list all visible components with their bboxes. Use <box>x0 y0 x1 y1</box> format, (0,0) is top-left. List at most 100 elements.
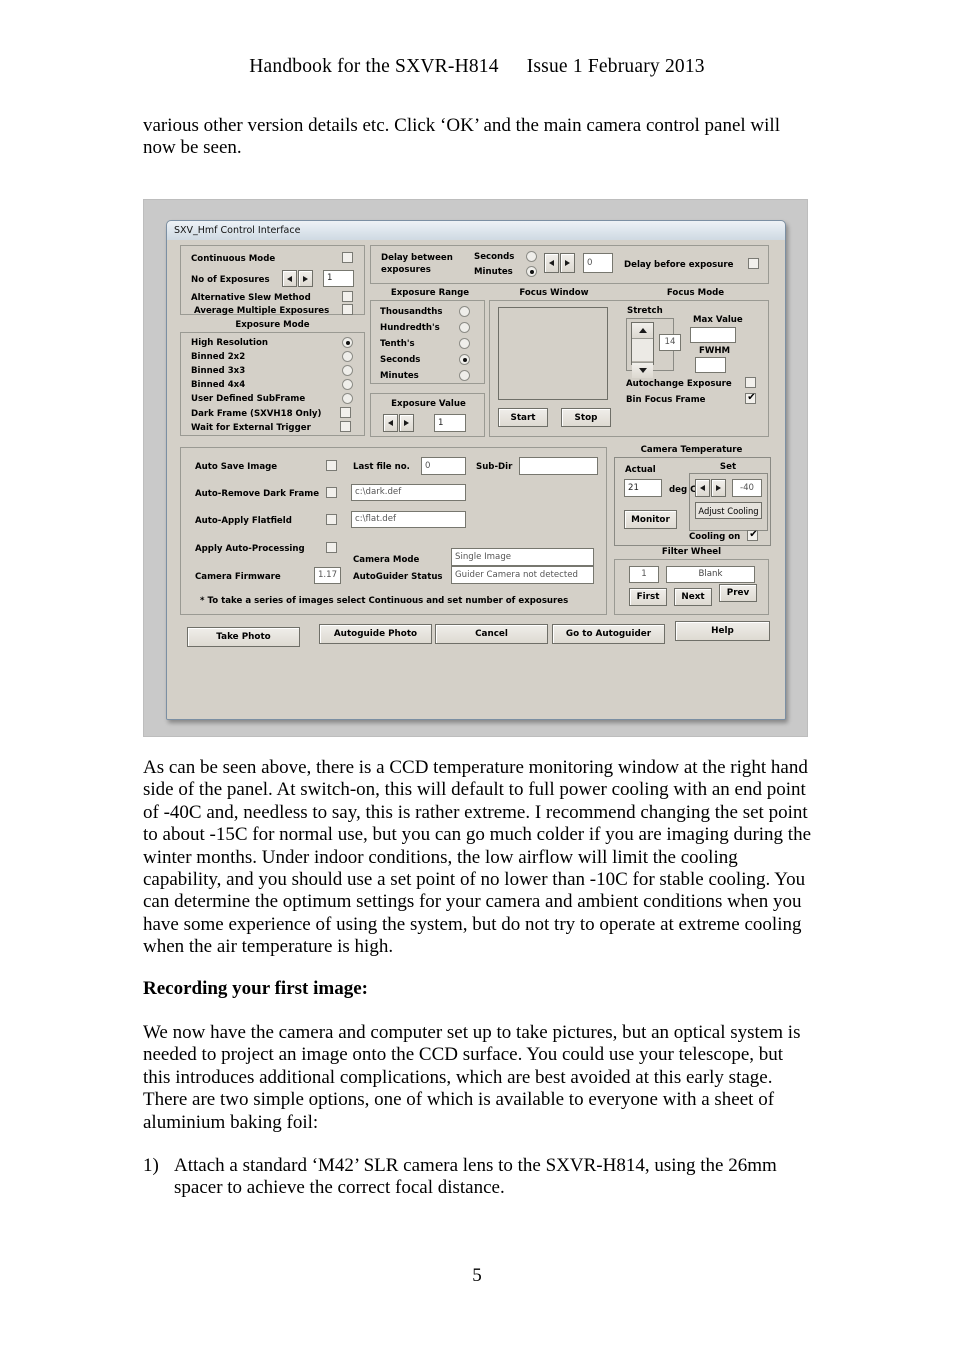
triangle-right-icon <box>303 275 308 282</box>
exposure-mode-radio-4[interactable] <box>342 393 353 404</box>
scroll-up-arrow[interactable] <box>632 323 653 339</box>
exposure-range-radio-0[interactable] <box>459 306 470 317</box>
exposure-value-group-label: Exposure Value <box>391 399 466 409</box>
bin-focus-frame-checkbox[interactable] <box>745 391 757 404</box>
focus-panel-group: Start Stop Stretch 14 Max Value FWHM Aut… <box>489 300 769 437</box>
exposure-range-label-0: Thousandths <box>380 307 443 317</box>
focus-start-button[interactable]: Start <box>498 408 548 427</box>
auto-save-checkbox[interactable] <box>326 460 337 471</box>
exposure-mode-label-0: High Resolution <box>191 338 269 348</box>
spinner-increment[interactable] <box>298 270 313 287</box>
focus-stop-button[interactable]: Stop <box>561 408 611 427</box>
average-multiple-label: Average Multiple Exposures <box>194 306 330 316</box>
auto-remove-dark-checkbox[interactable] <box>326 487 337 498</box>
sub-dir-field[interactable] <box>519 457 598 475</box>
exposure-range-radio-2[interactable] <box>459 338 470 349</box>
autochange-exposure-label: Autochange Exposure <box>626 379 732 389</box>
exposure-value-field[interactable]: 1 <box>434 414 466 432</box>
triangle-down-icon <box>638 368 647 373</box>
dark-frame-path-field[interactable]: c:\dark.def <box>351 484 466 501</box>
cooling-on-checkbox[interactable] <box>747 528 759 541</box>
help-button[interactable]: Help <box>675 621 770 641</box>
intro-paragraph: various other version details etc. Click… <box>143 115 780 159</box>
recording-paragraph: We now have the camera and computer set … <box>143 1022 801 1133</box>
stretch-label: Stretch <box>627 306 663 316</box>
flatfield-path-field[interactable]: c:\flat.def <box>351 511 466 528</box>
autoguide-photo-button[interactable]: Autoguide Photo <box>319 624 432 644</box>
stretch-scrollbar[interactable] <box>631 322 654 378</box>
delay-seconds-radio[interactable] <box>526 251 537 262</box>
set-temp-field[interactable]: -40 <box>732 479 762 497</box>
recording-heading: Recording your first image: <box>143 978 368 999</box>
apply-auto-processing-checkbox[interactable] <box>326 542 337 553</box>
scroll-down-arrow[interactable] <box>632 362 653 378</box>
exposure-mode-radio-1[interactable] <box>342 351 353 362</box>
delay-spinner-decrement[interactable] <box>544 253 559 273</box>
actual-temp-label: Actual <box>625 465 656 475</box>
set-temp-spinner[interactable] <box>695 479 726 497</box>
go-to-autoguider-button[interactable]: Go to Autoguider <box>552 624 665 644</box>
last-file-no-field[interactable]: 0 <box>421 457 466 475</box>
exposure-range-label-1: Hundredth's <box>380 323 440 333</box>
delay-minutes-label: Minutes <box>474 267 513 277</box>
set-temp-decrement[interactable] <box>695 479 710 497</box>
delay-minutes-radio[interactable] <box>526 266 537 277</box>
stretch-value-field[interactable]: 14 <box>659 334 681 351</box>
filter-position-field[interactable]: 1 <box>629 566 659 583</box>
list-item-number: 1) <box>143 1155 159 1176</box>
dialog-title: SXV_Hmf Control Interface <box>174 225 301 236</box>
max-value-field[interactable] <box>690 327 736 343</box>
exposure-value-increment[interactable] <box>399 414 414 432</box>
focus-window-group-label: Focus Window <box>519 288 589 298</box>
take-photo-button[interactable]: Take Photo <box>187 627 300 647</box>
filter-next-button[interactable]: Next <box>674 588 712 606</box>
exposure-mode-radio-2[interactable] <box>342 365 353 376</box>
exposure-range-radio-3[interactable] <box>459 354 470 365</box>
exposure-range-radio-1[interactable] <box>459 322 470 333</box>
cancel-button[interactable]: Cancel <box>435 624 548 644</box>
figure-control-panel: SXV_Hmf Control Interface Continuous Mod… <box>143 199 808 737</box>
sxv-control-dialog: SXV_Hmf Control Interface Continuous Mod… <box>166 220 786 720</box>
dialog-titlebar: SXV_Hmf Control Interface <box>167 221 785 241</box>
no-of-exposures-spinner[interactable] <box>282 270 313 287</box>
exposure-value-decrement[interactable] <box>383 414 398 432</box>
no-of-exposures-field[interactable]: 1 <box>323 270 354 287</box>
exposure-mode-radio-0[interactable] <box>342 337 353 348</box>
fwhm-field[interactable] <box>695 357 726 373</box>
camera-firmware-label: Camera Firmware <box>195 572 281 582</box>
delay-before-exposure-checkbox[interactable] <box>748 258 759 269</box>
exposure-mode-radio-3[interactable] <box>342 379 353 390</box>
filter-first-button[interactable]: First <box>629 588 667 606</box>
dark-frame-checkbox[interactable] <box>340 407 351 418</box>
page-header: Handbook for the SXVR-H814 Issue 1 Februa… <box>0 56 954 78</box>
average-multiple-checkbox[interactable] <box>342 304 353 315</box>
delay-label-line1: Delay between <box>381 253 453 263</box>
delay-spinner-increment[interactable] <box>560 253 575 273</box>
exposure-mode-group: High Resolution Binned 2x2 Binned 3x3 Bi… <box>180 332 365 436</box>
delay-value-field[interactable]: 0 <box>583 253 613 273</box>
exposure-mode-label-4: User Defined SubFrame <box>191 394 306 404</box>
triangle-left-icon <box>700 485 705 491</box>
focus-mode-group-label: Focus Mode <box>666 288 725 298</box>
set-temp-increment[interactable] <box>711 479 726 497</box>
exposure-range-radio-4[interactable] <box>459 370 470 381</box>
wait-trigger-checkbox[interactable] <box>340 421 351 432</box>
exposure-mode-label-2: Binned 3x3 <box>191 366 246 376</box>
auto-apply-flat-checkbox[interactable] <box>326 514 337 525</box>
continuous-mode-checkbox[interactable] <box>342 252 353 263</box>
auto-apply-flat-label: Auto-Apply Flatfield <box>195 516 292 526</box>
autochange-exposure-checkbox[interactable] <box>745 377 756 388</box>
filter-name-field[interactable]: Blank <box>666 566 755 583</box>
triangle-up-icon <box>638 328 647 333</box>
filter-prev-button[interactable]: Prev <box>719 584 757 602</box>
monitor-button[interactable]: Monitor <box>624 510 677 529</box>
camera-mode-label: Camera Mode <box>353 555 420 565</box>
exposure-value-spinner[interactable] <box>383 414 414 432</box>
alternative-slew-checkbox[interactable] <box>342 291 353 302</box>
autoguider-status-label: AutoGuider Status <box>353 572 443 582</box>
spinner-decrement[interactable] <box>282 270 297 287</box>
focus-preview-area[interactable] <box>498 307 608 400</box>
delay-spinner[interactable] <box>544 253 575 273</box>
scrollbar-thumb[interactable] <box>632 339 653 362</box>
adjust-cooling-button[interactable]: Adjust Cooling <box>695 502 762 519</box>
